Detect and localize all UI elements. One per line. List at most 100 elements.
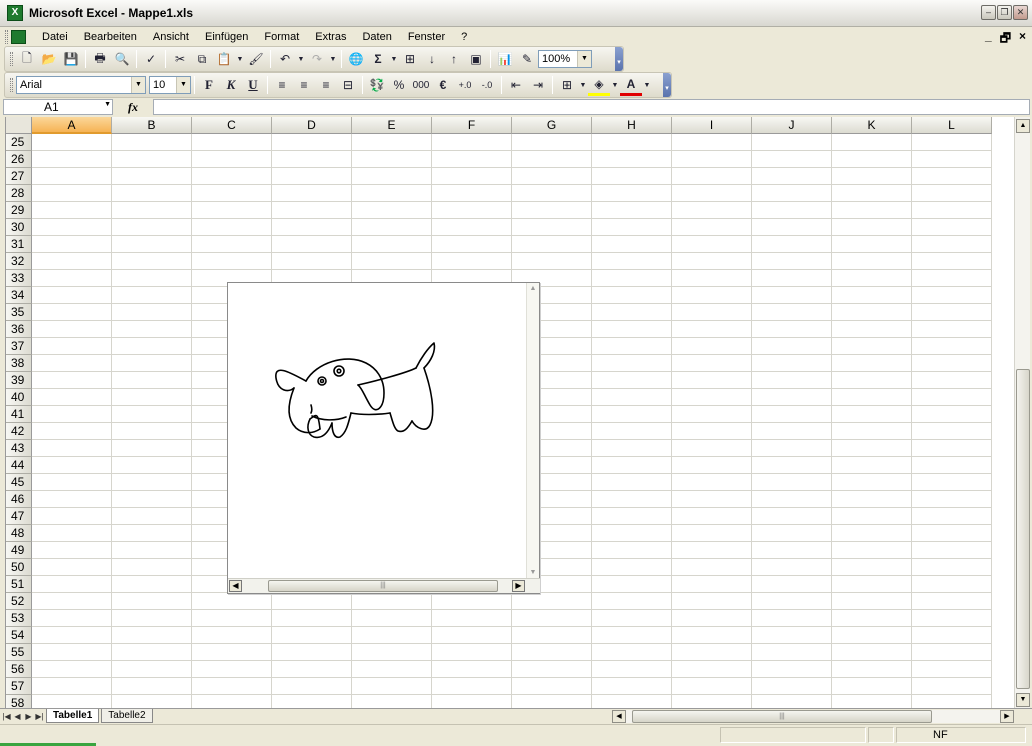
grid-cell[interactable] <box>32 134 112 151</box>
grid-cell[interactable] <box>192 168 272 185</box>
grid-cell[interactable] <box>112 610 192 627</box>
grid-cell[interactable] <box>272 236 352 253</box>
grid-cell[interactable] <box>672 185 752 202</box>
grid-cell[interactable] <box>112 304 192 321</box>
grid-cell[interactable] <box>32 185 112 202</box>
horizontal-scrollbar[interactable]: ◀ ||| ▶ <box>612 710 1014 723</box>
grid-cell[interactable] <box>832 406 912 423</box>
grid-cell[interactable] <box>192 695 272 709</box>
grid-cell[interactable] <box>32 559 112 576</box>
row-header[interactable]: 32 <box>6 253 32 270</box>
grid-cell[interactable] <box>272 168 352 185</box>
grid-cell[interactable] <box>912 151 992 168</box>
grid-cell[interactable] <box>432 644 512 661</box>
grid-cell[interactable] <box>32 508 112 525</box>
grid-cell[interactable] <box>672 151 752 168</box>
grid-cell[interactable] <box>272 151 352 168</box>
grid-cell[interactable] <box>832 457 912 474</box>
grid-cell[interactable] <box>112 406 192 423</box>
grid-cell[interactable] <box>752 474 832 491</box>
grid-cell[interactable] <box>672 695 752 709</box>
embed-scroll-thumb[interactable]: ||| <box>268 580 498 592</box>
grid-cell[interactable] <box>192 219 272 236</box>
grid-cell[interactable] <box>832 491 912 508</box>
column-header-c[interactable]: C <box>192 117 272 134</box>
grid-cell[interactable] <box>32 321 112 338</box>
grid-cell[interactable] <box>752 270 832 287</box>
row-header[interactable]: 57 <box>6 678 32 695</box>
workbook-icon[interactable] <box>11 29 26 44</box>
row-header[interactable]: 25 <box>6 134 32 151</box>
grid-cell[interactable] <box>272 661 352 678</box>
grid-cell[interactable] <box>592 440 672 457</box>
formula-input[interactable] <box>153 99 1030 115</box>
grid-cell[interactable] <box>832 627 912 644</box>
grid-cell[interactable] <box>752 457 832 474</box>
grid-cell[interactable] <box>912 457 992 474</box>
grid-cell[interactable] <box>592 661 672 678</box>
grid-cell[interactable] <box>672 134 752 151</box>
grid-cell[interactable] <box>752 253 832 270</box>
borders-dropdown-icon[interactable]: ▼ <box>578 75 588 96</box>
grid-cell[interactable] <box>912 389 992 406</box>
toolbar-options-icon[interactable]: ▾ <box>615 47 623 71</box>
grid-cell[interactable] <box>352 219 432 236</box>
grid-cell[interactable] <box>832 321 912 338</box>
grid-cell[interactable] <box>592 559 672 576</box>
grid-cell[interactable] <box>832 695 912 709</box>
row-header[interactable]: 36 <box>6 321 32 338</box>
grid-cell[interactable] <box>752 508 832 525</box>
row-header[interactable]: 29 <box>6 202 32 219</box>
grid-cell[interactable] <box>512 695 592 709</box>
grid-cell[interactable] <box>192 236 272 253</box>
grid-cell[interactable] <box>592 576 672 593</box>
grid-cell[interactable] <box>912 304 992 321</box>
grid-cell[interactable] <box>592 321 672 338</box>
grid-cell[interactable] <box>112 321 192 338</box>
chevron-down-icon[interactable]: ▼ <box>104 101 111 108</box>
grid-cell[interactable] <box>112 644 192 661</box>
decrease-indent-icon[interactable]: ⇤ <box>505 75 527 96</box>
grid-cell[interactable] <box>512 134 592 151</box>
row-header[interactable]: 49 <box>6 542 32 559</box>
grid-cell[interactable] <box>352 202 432 219</box>
grid-cell[interactable] <box>912 627 992 644</box>
last-sheet-icon[interactable]: ▶| <box>35 712 44 721</box>
menu-ansicht[interactable]: Ansicht <box>145 31 197 43</box>
scroll-down-icon[interactable]: ▼ <box>1016 693 1030 707</box>
grid-cell[interactable] <box>112 508 192 525</box>
grid-cell[interactable] <box>112 185 192 202</box>
grid-cell[interactable] <box>752 440 832 457</box>
grid-cell[interactable] <box>512 678 592 695</box>
grid-cell[interactable] <box>112 542 192 559</box>
grid-cell[interactable] <box>592 304 672 321</box>
grid-cell[interactable] <box>672 338 752 355</box>
grid-cell[interactable] <box>672 236 752 253</box>
grid-cell[interactable] <box>752 304 832 321</box>
grid-cell[interactable] <box>32 593 112 610</box>
new-document-icon[interactable]: 🗋 <box>16 49 38 70</box>
grid-cell[interactable] <box>832 542 912 559</box>
grid-cell[interactable] <box>272 593 352 610</box>
grid-cell[interactable] <box>32 270 112 287</box>
grid-cell[interactable] <box>352 678 432 695</box>
grid-cell[interactable] <box>672 321 752 338</box>
grid-cell[interactable] <box>912 321 992 338</box>
grid-cell[interactable] <box>592 695 672 709</box>
sheet-tab-tabelle1[interactable]: Tabelle1 <box>46 709 100 723</box>
grid-cell[interactable] <box>752 389 832 406</box>
grid-cell[interactable] <box>752 423 832 440</box>
grid-cell[interactable] <box>912 559 992 576</box>
grid-cell[interactable] <box>512 168 592 185</box>
chevron-down-icon[interactable]: ▼ <box>176 77 190 93</box>
grid-cell[interactable] <box>912 236 992 253</box>
grid-cell[interactable] <box>592 406 672 423</box>
thousands-separator-button[interactable]: 000 <box>410 75 432 96</box>
embedded-drawing-object[interactable]: ▲ ▼ ◀ ||| ▶ <box>227 282 540 594</box>
grid-cell[interactable] <box>272 219 352 236</box>
paste-dropdown-icon[interactable]: ▼ <box>235 49 245 70</box>
grid-cell[interactable] <box>672 491 752 508</box>
grid-cell[interactable] <box>912 168 992 185</box>
grid-cell[interactable] <box>112 627 192 644</box>
grid-cell[interactable] <box>912 661 992 678</box>
